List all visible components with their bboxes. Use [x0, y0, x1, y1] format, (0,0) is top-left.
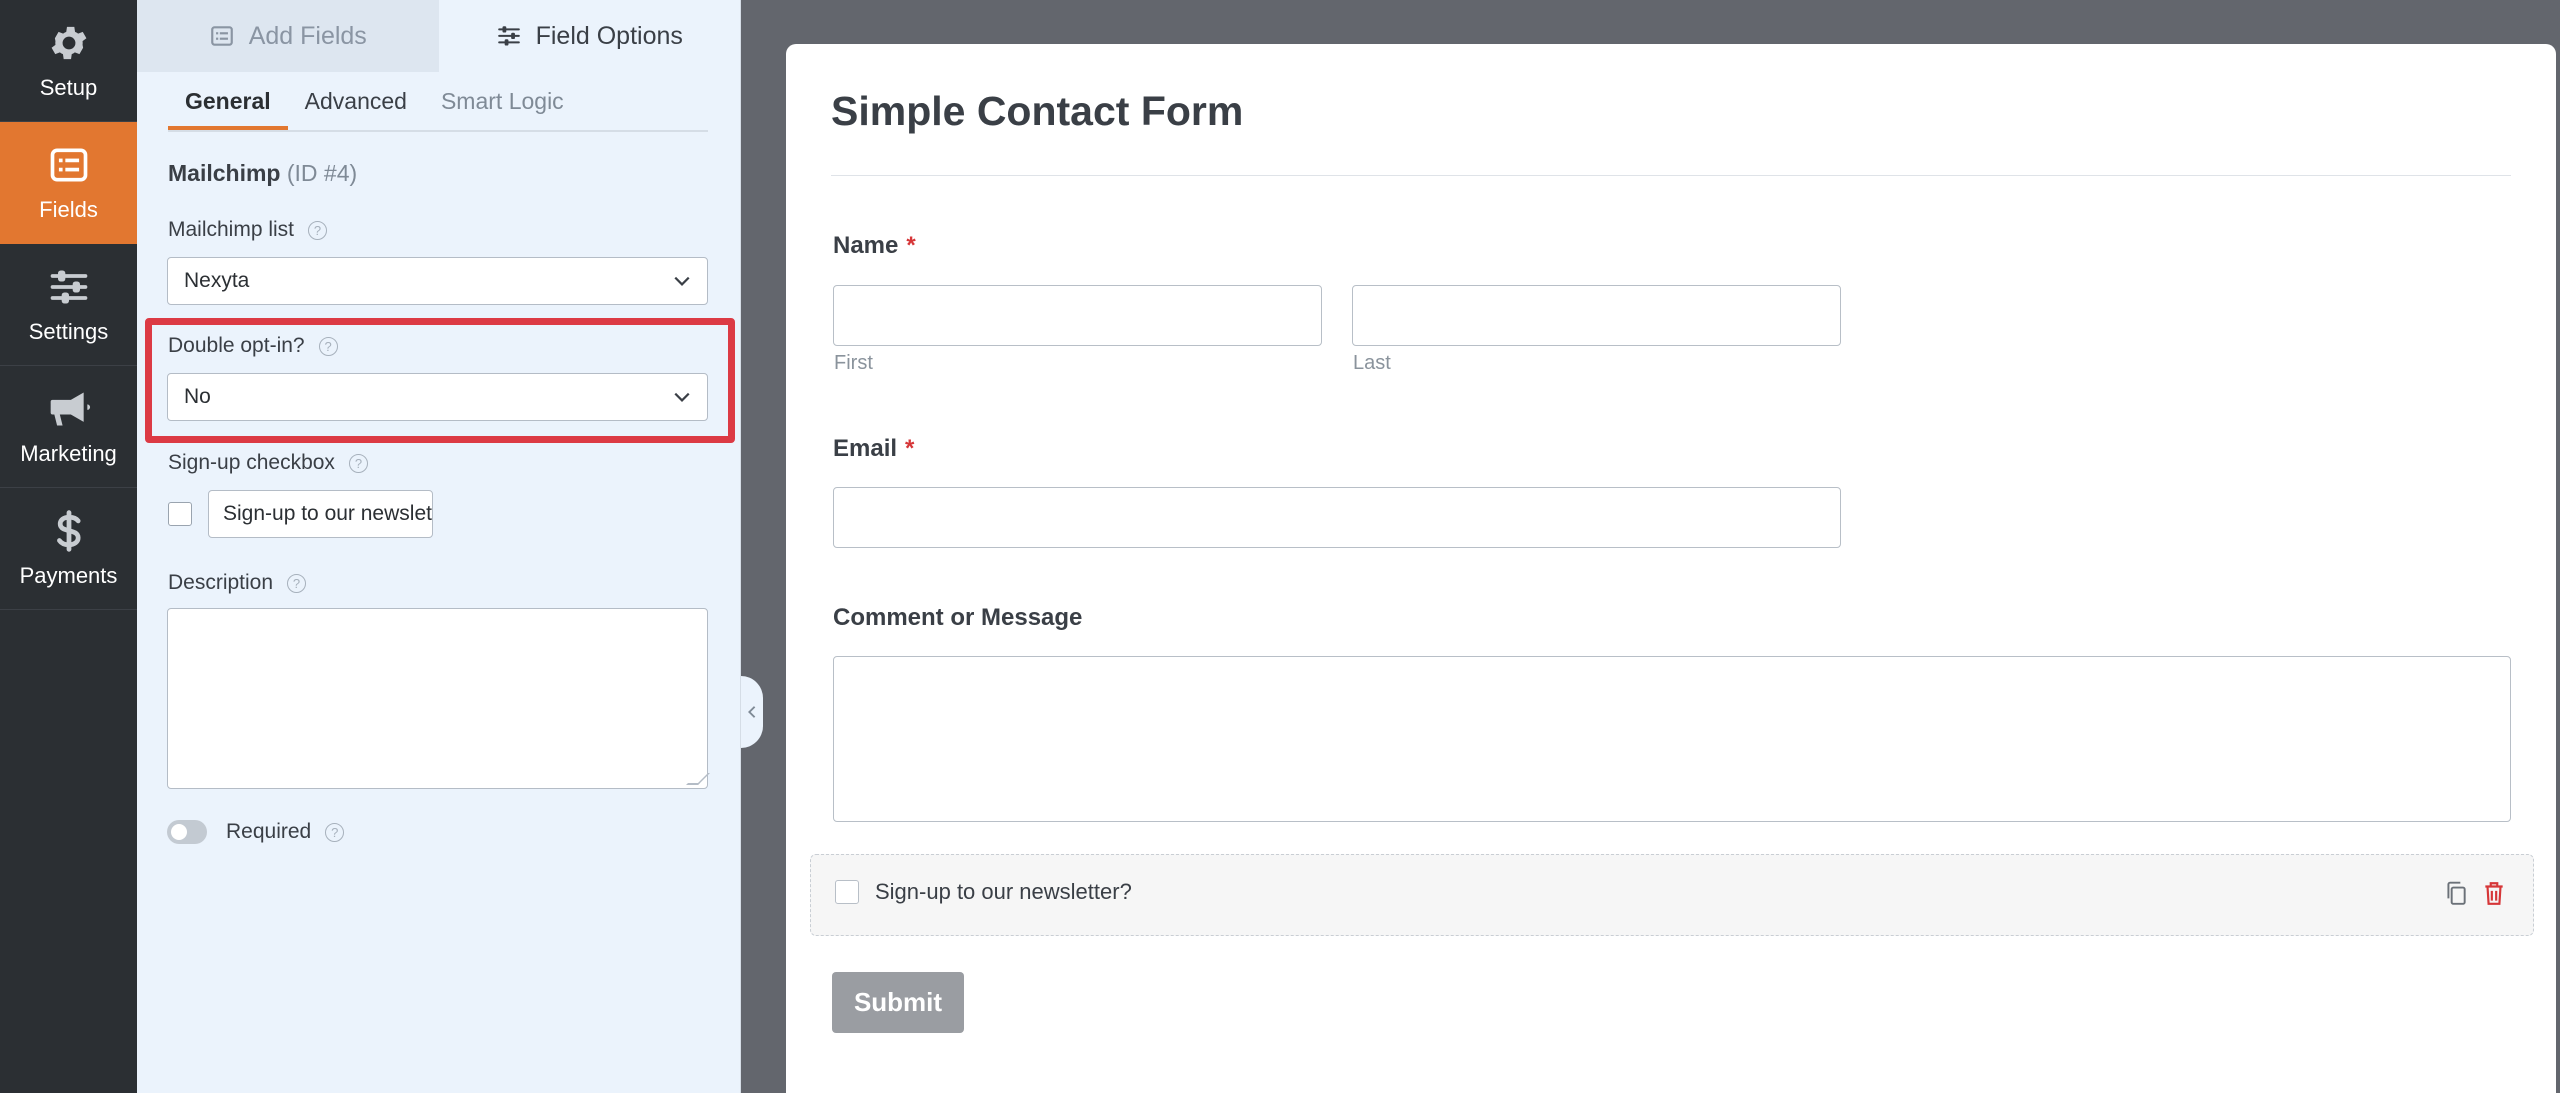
newsletter-label: Sign-up to our newsletter?	[875, 879, 1132, 904]
chevron-left-icon	[748, 706, 756, 718]
name-label: Name *	[833, 232, 916, 260]
name-label-text: Name	[833, 232, 899, 259]
double-optin-label: Double opt-in?	[168, 334, 305, 357]
nav-label-settings: Settings	[28, 318, 109, 344]
sliders-icon	[50, 270, 87, 303]
field-id: (ID #4)	[286, 160, 358, 186]
form-preview: Simple Contact Form Name * First Last Ema…	[786, 44, 2556, 1093]
description-label: Description	[168, 571, 274, 594]
list-icon	[50, 148, 87, 181]
required-label: Required	[226, 820, 312, 843]
double-optin-select[interactable]: No	[167, 373, 708, 421]
required-asterisk: *	[906, 232, 916, 259]
description-textarea[interactable]	[167, 608, 708, 789]
signup-default-checkbox[interactable]	[168, 502, 192, 526]
last-name-input[interactable]	[1352, 285, 1841, 346]
comment-textarea[interactable]	[833, 656, 2511, 822]
list-icon	[210, 26, 233, 46]
email-input[interactable]	[833, 487, 1841, 548]
email-label-text: Email	[833, 435, 898, 462]
required-asterisk: *	[905, 435, 915, 462]
nav-item-settings[interactable]: Settings	[0, 244, 137, 366]
signup-checkbox-label-row: Sign-up checkbox ?	[168, 451, 368, 475]
newsletter-field[interactable]: Sign-up to our newsletter?	[810, 854, 2534, 936]
signup-checkbox-label: Sign-up checkbox	[168, 451, 335, 474]
signup-checkbox-text-input[interactable]: Sign-up to our newslette	[208, 490, 433, 538]
form-title: Simple Contact Form	[831, 88, 1244, 134]
field-title: Mailchimp (ID #4)	[168, 160, 357, 187]
nav-label-marketing: Marketing	[20, 440, 117, 466]
subtab-advanced[interactable]: Advanced	[288, 72, 424, 130]
nav-item-marketing[interactable]: Marketing	[0, 366, 137, 488]
nav-item-setup[interactable]: Setup	[0, 0, 137, 122]
mailchimp-list-label-row: Mailchimp list ?	[168, 218, 328, 242]
nav-label-setup: Setup	[39, 74, 98, 100]
field-options-panel: Add Fields Field Options General Advance…	[137, 0, 741, 1093]
tab-add-fields-label: Add Fields	[248, 21, 367, 50]
mailchimp-list-label: Mailchimp list	[168, 218, 295, 241]
tab-field-options[interactable]: Field Options	[438, 0, 740, 72]
description-label-row: Description ?	[168, 571, 307, 595]
title-divider	[831, 175, 2511, 176]
nav-item-payments[interactable]: Payments	[0, 488, 137, 610]
chevron-down-icon	[674, 276, 690, 286]
help-icon[interactable]: ?	[348, 453, 368, 473]
newsletter-checkbox[interactable]	[835, 880, 859, 904]
required-label-row: Required ?	[226, 820, 345, 844]
subtab-general[interactable]: General	[168, 72, 288, 130]
mailchimp-list-value: Nexyta	[184, 269, 250, 292]
megaphone-icon	[50, 392, 90, 425]
dollar-icon	[56, 509, 81, 552]
panel-tabs: Add Fields Field Options	[137, 0, 740, 72]
tab-field-options-label: Field Options	[535, 21, 683, 50]
help-icon[interactable]: ?	[318, 336, 338, 356]
comment-label: Comment or Message	[833, 604, 1083, 631]
sliders-icon	[497, 26, 520, 46]
first-name-input[interactable]	[833, 285, 1322, 346]
double-optin-value: No	[184, 385, 211, 408]
collapse-panel-button[interactable]	[741, 676, 763, 748]
first-name-sublabel: First	[834, 352, 873, 374]
double-optin-label-row: Double opt-in? ?	[168, 334, 338, 358]
mailchimp-list-select[interactable]: Nexyta	[167, 257, 708, 305]
gear-icon	[51, 26, 86, 59]
submit-button[interactable]: Submit	[832, 972, 964, 1033]
field-name: Mailchimp	[168, 160, 281, 186]
nav-label-payments: Payments	[19, 562, 118, 588]
main-nav: Setup Fields Settings Marketing Payments	[0, 0, 137, 1093]
tab-add-fields[interactable]: Add Fields	[137, 0, 439, 72]
trash-icon[interactable]	[2481, 879, 2507, 907]
subtab-smart-logic[interactable]: Smart Logic	[424, 72, 581, 130]
email-label: Email *	[833, 435, 914, 463]
chevron-down-icon	[674, 392, 690, 402]
nav-label-fields: Fields	[39, 196, 98, 222]
help-icon[interactable]: ?	[287, 573, 307, 593]
option-subtabs: General Advanced Smart Logic	[168, 72, 708, 132]
nav-item-fields[interactable]: Fields	[0, 122, 137, 244]
help-icon[interactable]: ?	[325, 822, 345, 842]
required-toggle[interactable]	[167, 820, 207, 844]
duplicate-icon[interactable]	[2443, 879, 2469, 907]
help-icon[interactable]: ?	[308, 220, 328, 240]
last-name-sublabel: Last	[1353, 352, 1391, 374]
